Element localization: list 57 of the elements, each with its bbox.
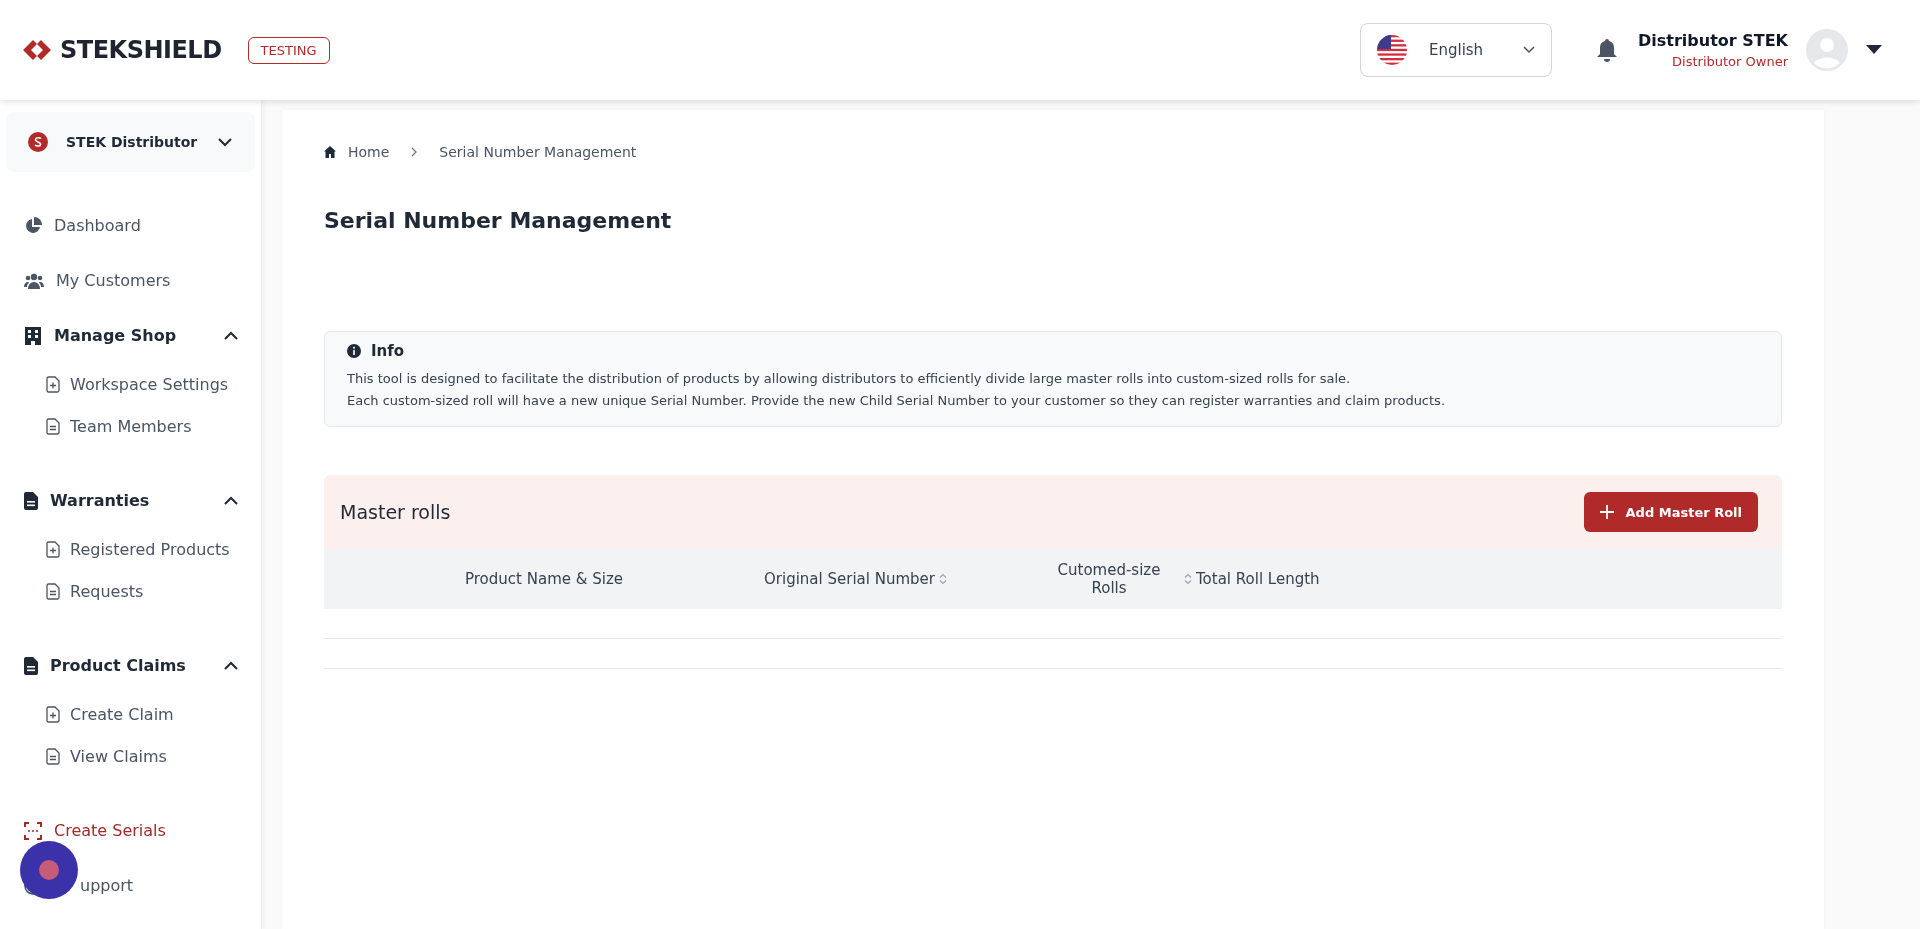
- chat-button[interactable]: [20, 841, 78, 899]
- user-role: Distributor Owner: [1672, 54, 1788, 69]
- nav-item[interactable]: Dashboard: [6, 198, 255, 253]
- pie-chart-icon: [24, 216, 42, 235]
- nav-item[interactable]: Create Serials: [6, 803, 255, 858]
- workspace-logo-icon: [28, 132, 48, 152]
- plus-icon: [1599, 505, 1614, 519]
- file-plus-icon: [46, 705, 60, 723]
- chevron-up-icon[interactable]: [223, 495, 239, 506]
- scan-icon: [24, 821, 42, 840]
- info-text: Each custom-sized roll will have a new unique Serial Number. Provide the new Child Serial Number to your customer so they can register warranties and claim products.: [347, 392, 1447, 410]
- brand-name: STEKSHIELD: [60, 36, 222, 64]
- nav-subitem[interactable]: Requests: [6, 570, 255, 612]
- nav-subitem[interactable]: View Claims: [6, 735, 255, 777]
- nav-subitem[interactable]: Registered Products: [6, 528, 255, 570]
- breadcrumb-link[interactable]: Serial Number Management: [439, 144, 637, 160]
- users-icon: [24, 271, 44, 290]
- file-plus-icon: [46, 540, 60, 558]
- page-title: Serial Number Management: [324, 208, 673, 233]
- chevron-up-icon[interactable]: [223, 660, 239, 671]
- nav-section[interactable]: Product Claims: [6, 638, 255, 693]
- user-name: Distributor STEK: [1637, 31, 1788, 50]
- chevron-right-icon: [411, 147, 418, 157]
- nav-subitem[interactable]: Create Claim: [6, 693, 255, 735]
- language-select[interactable]: English: [1359, 23, 1552, 77]
- chevron-down-icon[interactable]: [217, 137, 233, 147]
- info-icon: [347, 344, 361, 358]
- column-header[interactable]: Total Roll Length: [1196, 570, 1320, 588]
- file-text-icon: [46, 747, 60, 765]
- caret-icon[interactable]: [1866, 45, 1882, 55]
- chevron-up-icon[interactable]: [223, 330, 239, 341]
- chevron-down-icon: [1522, 46, 1535, 54]
- info-text: This tool is designed to facilitate the distribution of products by allowing distributors to efficiently divide large master rolls into custom-sized rolls for sale.: [347, 370, 1352, 388]
- file-plus-icon: [46, 375, 60, 393]
- home-icon: [324, 146, 336, 158]
- document-icon: [24, 491, 38, 510]
- nav-section[interactable]: Manage Shop: [6, 308, 255, 363]
- file-text-icon: [46, 582, 60, 600]
- add-master-roll-button[interactable]: Add Master Roll: [1583, 492, 1758, 532]
- environment-badge: TESTING: [247, 36, 330, 64]
- workspace-switcher[interactable]: STEK Distributor: [6, 112, 255, 172]
- bell-icon[interactable]: [1595, 38, 1618, 62]
- nav-item[interactable]: My Customers: [6, 253, 255, 308]
- nav-subitem[interactable]: Team Members: [6, 405, 255, 447]
- nav-section[interactable]: Warranties: [6, 473, 255, 528]
- file-text-icon: [46, 417, 60, 435]
- document-icon: [24, 656, 38, 675]
- logo-icon: [22, 39, 52, 61]
- breadcrumb-link[interactable]: Home: [348, 144, 390, 160]
- section-title: Master rolls: [340, 501, 451, 523]
- info-title: Info: [371, 342, 405, 360]
- building-icon: [24, 325, 42, 346]
- column-header[interactable]: Original Serial Number: [764, 570, 935, 588]
- column-header[interactable]: Product Name & Size: [465, 570, 623, 588]
- nav-subitem[interactable]: Workspace Settings: [6, 363, 255, 405]
- flag-icon: [1376, 35, 1407, 65]
- column-header[interactable]: Cutomed-size Rolls: [1054, 561, 1164, 597]
